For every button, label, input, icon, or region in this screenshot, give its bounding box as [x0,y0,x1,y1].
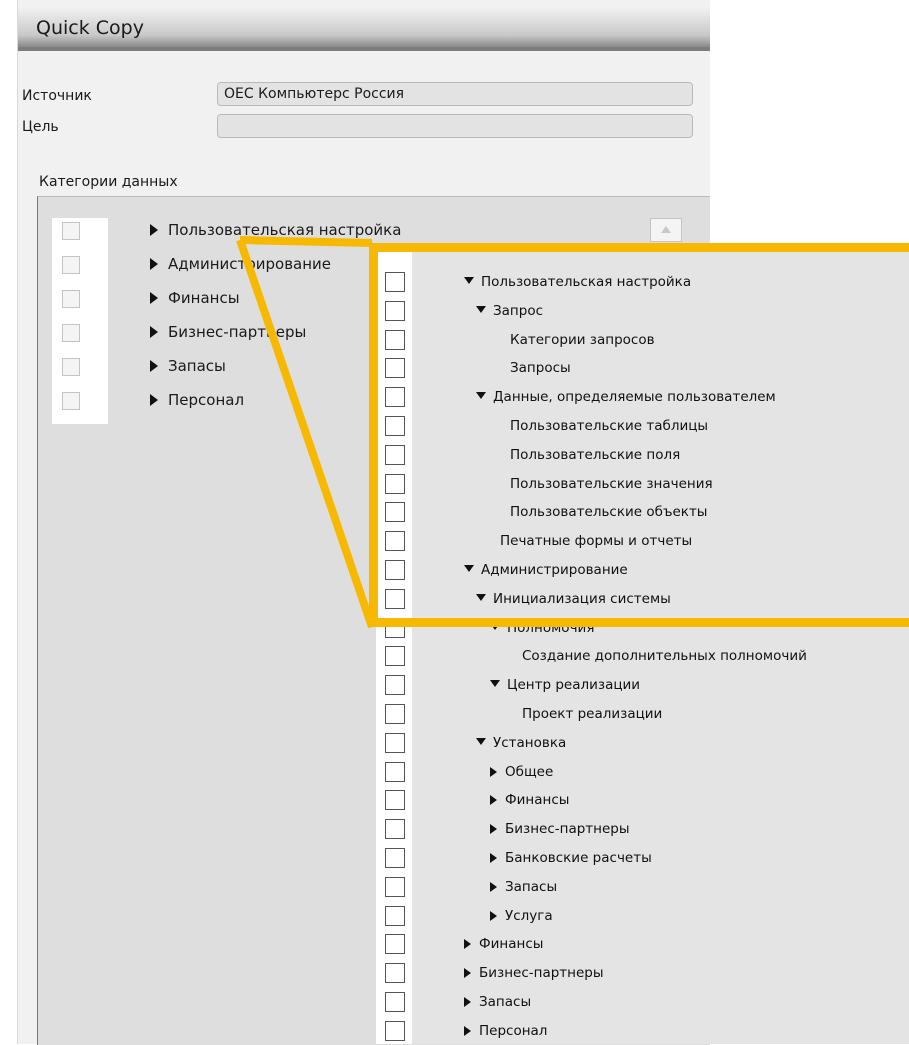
zoom-highlight-box [369,243,909,627]
